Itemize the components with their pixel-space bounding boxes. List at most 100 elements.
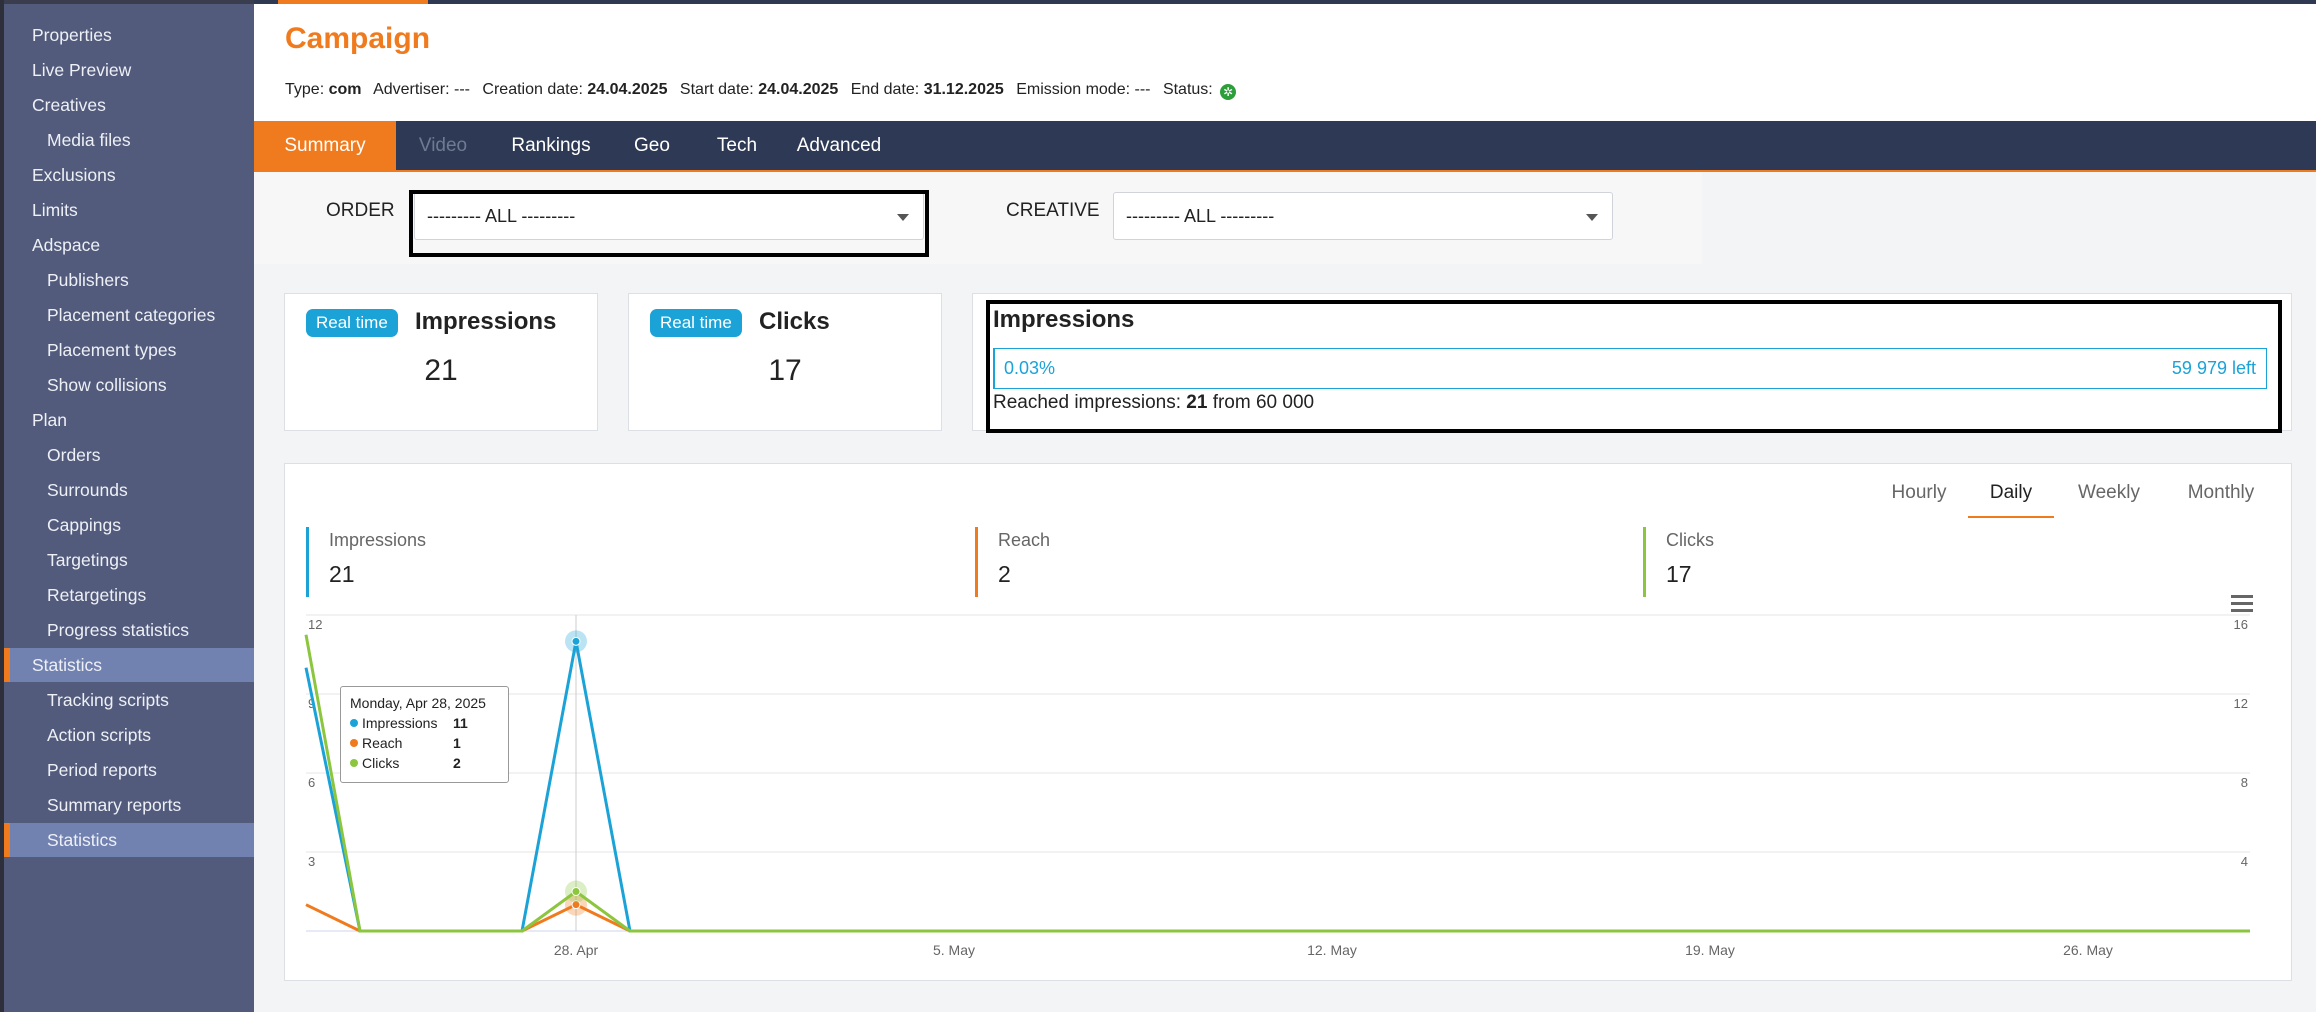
advertiser-value: --- [453,81,470,98]
sidebar-item-summary-reports[interactable]: Summary reports [4,788,254,822]
status-label: Status: [1162,81,1213,98]
sidebar-item-limits[interactable]: Limits [4,193,254,227]
impressions-dot-icon [350,719,358,727]
impressions-card: Real time Impressions 21 [284,293,598,431]
sidebar-item-placement-categories[interactable]: Placement categories [4,298,254,332]
period-daily[interactable]: Daily [1968,478,2054,518]
impressions-kpi-value: 21 [329,561,355,587]
tooltip-value: 11 [453,715,468,731]
impressions-card-title: Impressions [415,308,557,335]
chart-tooltip: Monday, Apr 28, 2025 Impressions 11 Reac… [340,686,509,783]
chevron-down-icon [1586,214,1598,221]
tab-geo[interactable]: Geo [612,121,692,170]
sidebar-item-cappings[interactable]: Cappings [4,508,254,542]
x-tick-label: 5. May [933,942,975,958]
creative-filter-label: CREATIVE [1006,200,1100,221]
emission-mode-value: --- [1134,81,1151,98]
sidebar-item-exclusions[interactable]: Exclusions [4,158,254,192]
y-right-tick-label: 12 [2234,696,2248,711]
clicks-kpi-value: 17 [1666,561,1692,587]
period-hourly[interactable]: Hourly [1876,478,1962,516]
sidebar-item-action-scripts[interactable]: Action scripts [4,718,254,752]
type-value: com [328,81,362,98]
header-accent-highlight [278,0,428,4]
statistics-line-chart: 3691248121628. Apr 5. May 12. May 19. May 26… [304,614,2250,958]
tooltip-row-clicks: Clicks 2 [350,753,499,773]
sidebar-item-surrounds[interactable]: Surrounds [4,473,254,507]
reached-impressions: Reached impressions: 21 from 60 000 [993,392,1314,414]
y-left-tick-label: 3 [308,854,315,869]
progress-remaining: 59 979 left [2171,358,2256,378]
tab-advanced[interactable]: Advanced [782,121,896,170]
chevron-down-icon [897,214,909,221]
clicks-card-value: 17 [768,354,802,387]
tooltip-label: Impressions [362,715,438,731]
reached-label: Reached impressions: [993,392,1181,413]
campaign-meta: Type: com Advertiser: --- Creation date:… [285,81,1237,100]
order-select[interactable]: --------- ALL --------- [414,192,924,240]
sidebar-item-retargetings[interactable]: Retargetings [4,578,254,612]
tooltip-label: Clicks [362,755,400,771]
reach-dot-icon [350,739,358,747]
tooltip-row-reach: Reach 1 [350,733,499,753]
sidebar-item-period-reports[interactable]: Period reports [4,753,254,787]
reached-total: from 60 000 [1212,392,1315,413]
tab-rankings[interactable]: Rankings [490,121,612,170]
tab-video: Video [418,135,468,156]
tooltip-row-impressions: Impressions 11 [350,713,499,733]
sidebar-item-tracking-scripts[interactable]: Tracking scripts [4,683,254,717]
series-line-impressions [304,641,2250,933]
y-right-tick-label: 8 [2241,775,2248,790]
sidebar-item-properties[interactable]: Properties [4,18,254,52]
y-left-tick-label: 6 [308,775,315,790]
reach-kpi-marker [975,527,978,597]
y-left-tick-label: 12 [308,617,322,632]
sidebar-item-plan[interactable]: Plan [4,403,254,437]
x-tick-label: 12. May [1307,942,1357,958]
sidebar-item-statistics[interactable]: Statistics [4,648,254,682]
campaign-header: Campaign Type: com Advertiser: --- Creat… [254,0,2316,121]
tab-bar: Summary Video Rankings Geo Tech Advanced [254,121,2316,172]
x-tick-label: 28. Apr [554,942,599,958]
order-filter-label: ORDER [326,200,395,221]
type-label: Type: [285,81,325,98]
end-date-value: 31.12.2025 [923,81,1004,98]
emission-mode-label: Emission mode: [1016,81,1131,98]
reach-kpi-label: Reach [998,530,1051,550]
sidebar: Properties Live Preview Creatives Media fil… [0,0,254,1012]
period-weekly[interactable]: Weekly [2066,478,2152,516]
active-status-icon: ✲ [1220,84,1237,100]
reached-value: 21 [1186,392,1208,413]
header-accent-bar [254,0,2316,4]
clicks-kpi-marker [1643,527,1646,597]
creation-date-label: Creation date: [482,81,583,98]
tooltip-label: Reach [362,735,403,751]
impressions-card-value: 21 [424,354,458,387]
impressions-kpi-marker [306,527,309,597]
order-select-value: --------- ALL --------- [427,206,576,226]
progress-percent: 0.03% [1004,358,1056,378]
page-title: Campaign [285,22,431,55]
sidebar-item-media-files[interactable]: Media files [4,123,254,157]
tooltip-value: 1 [453,735,461,751]
sidebar-item-targetings[interactable]: Targetings [4,543,254,577]
impressions-progress-bar: 0.03% 59 979 left [993,348,2267,389]
creative-select[interactable]: --------- ALL --------- [1113,192,1613,240]
x-tick-label: 19. May [1685,942,1735,958]
sidebar-item-creatives[interactable]: Creatives [4,88,254,122]
period-monthly[interactable]: Monthly [2176,478,2266,516]
sidebar-item-placement-types[interactable]: Placement types [4,333,254,367]
sidebar-item-orders[interactable]: Orders [4,438,254,472]
sidebar-item-publishers[interactable]: Publishers [4,263,254,297]
creation-date-value: 24.04.2025 [587,81,668,98]
x-tick-label: 26. May [2063,942,2113,958]
sidebar-item-statistics[interactable]: Statistics [4,823,254,857]
tab-tech[interactable]: Tech [692,121,782,170]
clicks-card-title: Clicks [759,308,830,335]
tab-summary[interactable]: Summary [254,121,396,170]
sidebar-item-show-collisions[interactable]: Show collisions [4,368,254,402]
sidebar-item-live-preview[interactable]: Live Preview [4,53,254,87]
sidebar-item-progress-statistics[interactable]: Progress statistics [4,613,254,647]
sidebar-item-adspace[interactable]: Adspace [4,228,254,262]
series-line-clicks [304,634,2250,933]
